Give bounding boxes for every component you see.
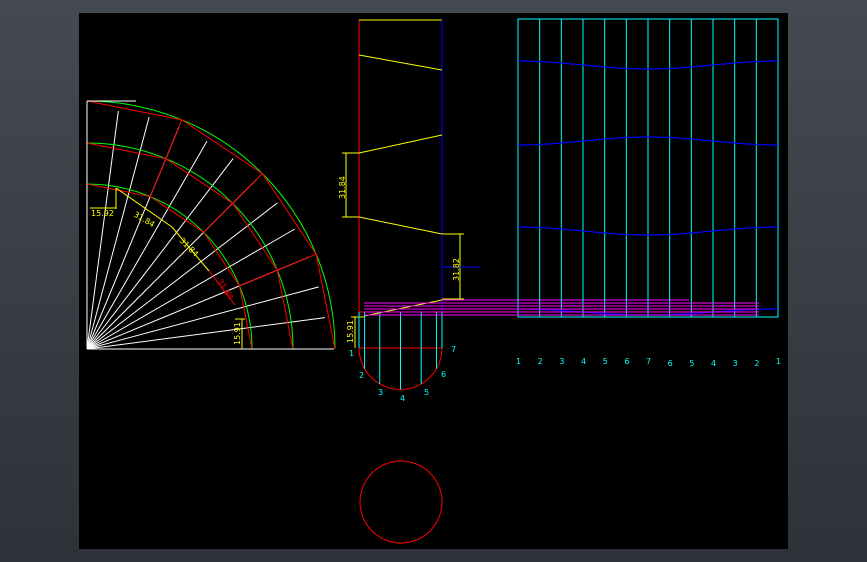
pipe-section-circle — [359, 460, 443, 544]
unfold-column-label: 3 — [733, 359, 738, 368]
elbow-dim-text: 15.92 — [91, 209, 114, 218]
elbow-view: 15.92 31.84 31.84 31.84 15.91 — [86, 100, 336, 350]
pipe-outline — [358, 19, 443, 313]
elbow-seam — [203, 173, 263, 233]
pipe-point-label: 2 — [359, 371, 364, 380]
elbow-radial-line — [86, 286, 319, 350]
unfold-column-label: 5 — [603, 357, 608, 366]
cut-line-1 — [358, 54, 443, 71]
elbow-dimension-1: 15.92 — [90, 188, 117, 218]
elbow-radial-line — [86, 117, 150, 350]
side-dimension-1: 31.84 — [338, 152, 359, 218]
pipe-point-label: 7 — [451, 345, 456, 354]
unfold-view: 1 2 3 4 5 6 7 6 5 4 3 2 1 — [364, 18, 781, 368]
elbow-dimension-3: 31.84 — [171, 226, 210, 272]
unfold-column-label: 4 — [711, 359, 716, 368]
pipe-point-label: 6 — [441, 370, 446, 379]
pipe-point-label: 4 — [400, 394, 405, 403]
cut-line-2 — [358, 134, 443, 154]
side-dim-text: 31.84 — [338, 176, 347, 199]
unfold-column-labels: 1 2 3 4 5 6 7 6 5 4 3 2 1 — [516, 357, 781, 368]
unfold-column-label: 1 — [516, 357, 521, 366]
side-dimension-3: 15.91 — [346, 316, 365, 348]
pipe-point-labels: 1 2 3 4 5 6 7 — [349, 345, 456, 403]
elbow-dimension-4: 31.84 — [208, 270, 236, 306]
cad-drawing-canvas[interactable]: 15.92 31.84 31.84 31.84 15.91 31.84 31.8… — [79, 13, 788, 549]
projection-line — [363, 299, 443, 317]
pipe-point-label: 3 — [378, 388, 383, 397]
elbow-radial-line — [86, 110, 119, 350]
side-dim-text: 15.91 — [346, 320, 355, 343]
unfold-column-label: 3 — [559, 357, 564, 366]
unfold-column-label: 6 — [624, 357, 629, 366]
elbow-seam — [149, 119, 183, 197]
elbow-dim-text: 31.84 — [132, 210, 156, 229]
cut-line-3 — [358, 216, 443, 235]
unfold-column-label: 4 — [581, 357, 586, 366]
side-view: 31.84 31.82 15.91 1 2 3 4 5 6 7 — [338, 19, 689, 403]
elbow-dimension-5: 15.91 — [233, 318, 245, 349]
elbow-radial-line — [86, 317, 326, 350]
pipe-point-label: 1 — [349, 349, 354, 358]
side-dim-text: 31.82 — [452, 258, 461, 281]
side-dimension-2: 31.82 — [442, 233, 481, 300]
unfold-column-label: 2 — [538, 357, 543, 366]
unfold-column-label: 2 — [754, 359, 759, 368]
unfold-column-label: 6 — [668, 359, 673, 368]
elbow-seam — [239, 253, 317, 287]
unfold-column-label: 1 — [776, 357, 781, 366]
unfold-column-label: 5 — [689, 359, 694, 368]
unfold-column-label: 7 — [646, 357, 651, 366]
pipe-point-label: 5 — [424, 388, 429, 397]
elbow-dim-text: 15.91 — [233, 322, 242, 345]
